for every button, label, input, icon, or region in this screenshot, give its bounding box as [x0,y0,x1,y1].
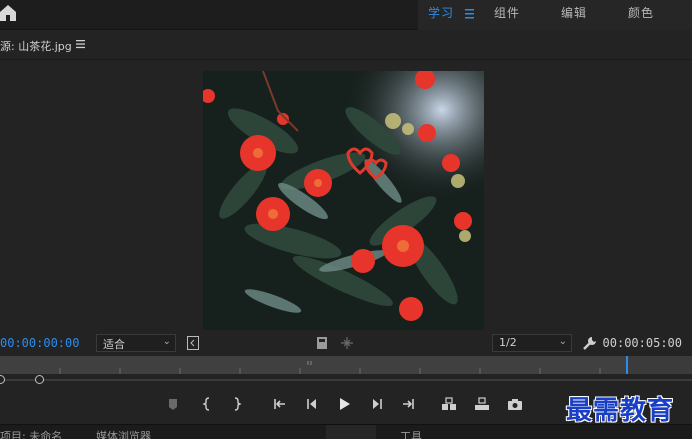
step-back-button[interactable] [304,396,320,412]
duration-timecode: 00:00:05:00 [602,336,682,350]
go-to-out-icon [403,399,414,409]
chevron-down-icon: ⌄ [162,336,171,347]
add-marker-button[interactable] [165,396,181,412]
panel-divider [326,425,376,439]
insert-icon [442,397,456,410]
resolution-select-value: 1/2 [499,336,517,349]
tab-editing[interactable]: 编辑 [561,4,587,21]
source-panel-title[interactable]: 源: 山茶花.jpg [0,38,72,54]
overwrite-icon [475,397,489,410]
current-timecode[interactable]: 00:00:00:00 [0,336,79,350]
hamburger-menu-icon[interactable] [464,5,476,21]
zoom-scroll-track [0,379,692,381]
tab-learning[interactable]: 学习 [428,4,454,21]
wrench-icon[interactable] [583,336,597,350]
source-monitor-viewer[interactable] [0,61,692,331]
source-panel-header: 源: 山茶花.jpg [0,30,692,60]
camellia-image [203,71,484,330]
zoom-handle-left[interactable] [0,375,5,384]
ruler-ticks [59,361,601,374]
playhead[interactable] [626,356,628,374]
tab-assembly[interactable]: 组件 [494,4,520,21]
safe-margin-icon[interactable] [187,336,199,350]
step-forward-icon [373,399,382,409]
tab-tools[interactable]: 工具 [400,428,422,439]
drag-video-icon[interactable] [340,336,354,350]
mark-out-button[interactable] [229,396,245,412]
mark-out-icon [234,397,242,411]
home-icon[interactable] [0,4,16,22]
time-ruler[interactable] [0,356,692,374]
go-to-in-icon [274,399,285,409]
camera-icon [508,399,522,410]
go-to-out-button[interactable] [400,396,416,412]
play-button[interactable] [336,396,352,412]
export-frame-button[interactable] [507,396,523,412]
workspace-bar: 学习 组件 编辑 颜色 [0,0,692,30]
tab-color[interactable]: 颜色 [628,4,654,21]
go-to-in-button[interactable] [272,396,288,412]
mark-in-icon [202,397,210,411]
zoom-scroll-bar[interactable] [0,374,692,386]
insert-button[interactable] [441,396,457,412]
panel-menu-icon[interactable] [76,39,86,49]
play-icon [340,398,350,410]
chevron-down-icon: ⌄ [558,336,567,347]
mark-in-button[interactable] [199,396,215,412]
step-forward-button[interactable] [369,396,385,412]
fit-select[interactable]: 适合 ⌄ [96,334,176,352]
tab-media-browser[interactable]: 媒体浏览器 [96,428,151,439]
add-marker-icon [169,399,177,410]
tab-project[interactable]: 项目: 未命名 [0,428,62,439]
export-frame-icon[interactable] [316,336,328,350]
zoom-handle-right[interactable] [35,375,44,384]
step-back-icon [307,399,316,409]
monitor-controls: 00:00:00:00 适合 ⌄ 1/2 ⌄ 00:00:05:00 [0,331,692,355]
fit-select-value: 适合 [103,338,125,351]
overwrite-button[interactable] [474,396,490,412]
resolution-select[interactable]: 1/2 ⌄ [492,334,572,352]
watermark-logo: 最需教育 [566,396,675,426]
workspace-tabs: 学习 组件 编辑 颜色 [418,0,692,30]
